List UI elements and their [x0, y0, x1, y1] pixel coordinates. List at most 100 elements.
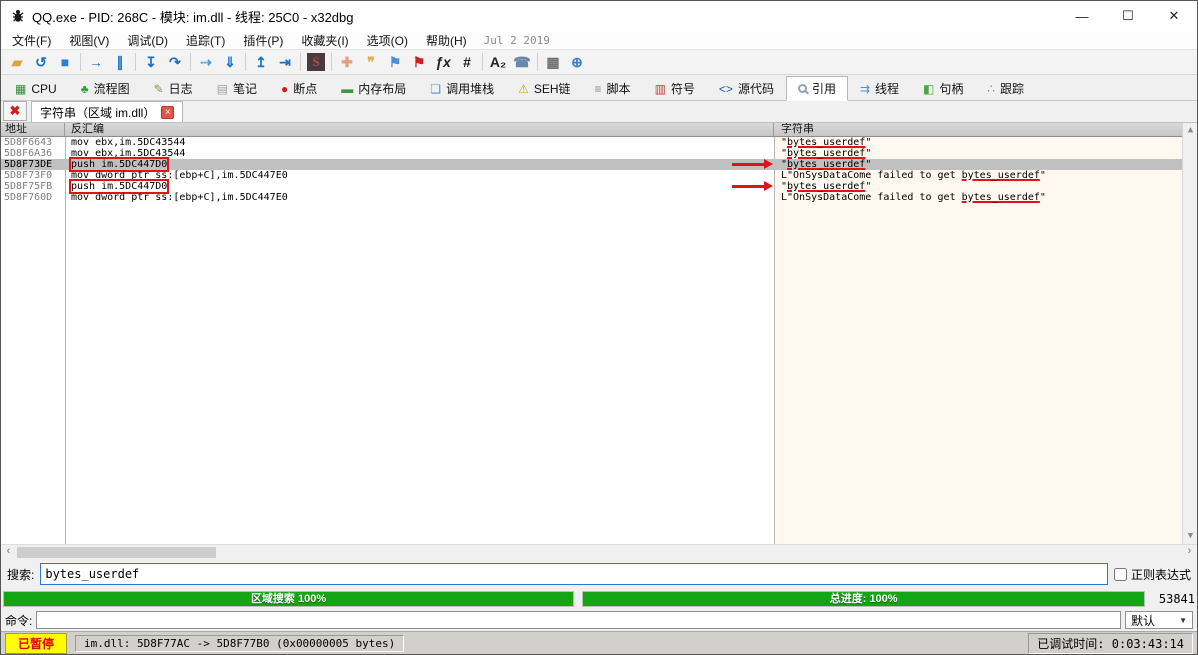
column-header-address[interactable]: 地址 [1, 123, 65, 136]
toolbar-separator [331, 53, 332, 71]
scroll-down-icon[interactable]: ▼ [1183, 529, 1197, 544]
tab-label: 引用 [812, 80, 836, 97]
scroll-up-icon[interactable]: ▲ [1183, 123, 1197, 138]
scroll-left-icon[interactable]: ‹ [1, 545, 16, 560]
string-reference-row[interactable]: 5D8F6A36mov ebx,im.5DC43544"bytes_userde… [1, 148, 1182, 159]
tab-源代码[interactable]: <>源代码 [707, 77, 786, 100]
restart-icon[interactable]: ↺ [29, 51, 53, 73]
hash-icon[interactable]: # [455, 51, 479, 73]
tab-引用[interactable]: 引用 [786, 76, 848, 101]
patch-icon[interactable]: ✚ [335, 51, 359, 73]
scroll-right-icon[interactable]: › [1182, 545, 1197, 560]
source-s-icon[interactable]: S [304, 51, 328, 73]
log-icon: ✎ [154, 83, 164, 95]
string-reference-row[interactable]: 5D8F760Dmov dword ptr ss:[ebp+C],im.5DC4… [1, 192, 1182, 203]
menu-item[interactable]: 收藏夹(I) [292, 31, 357, 49]
tab-流程图[interactable]: ♣流程图 [69, 77, 142, 100]
tab-符号[interactable]: ▥ 符号 [643, 77, 707, 100]
tab-label: 脚本 [607, 80, 631, 97]
tab-label: 符号 [671, 80, 695, 97]
column-header-string[interactable]: 字符串 [774, 123, 1182, 136]
globe-icon[interactable]: ⊕ [565, 51, 589, 73]
address-cell: 5D8F760D [1, 192, 65, 203]
search-input[interactable] [40, 563, 1108, 585]
tab-label: 日志 [169, 80, 193, 97]
disassembly-cell: mov ebx,im.5DC43544 [65, 148, 774, 159]
window-controls: — ☐ ✕ [1059, 1, 1197, 31]
tab-CPU[interactable]: ▦CPU [3, 77, 69, 100]
disassembly-cell: push im.5DC447D0 [65, 159, 774, 170]
close-all-tabs-button[interactable]: ✖ [3, 101, 27, 121]
string-cell: "bytes_userdef" [774, 148, 1182, 159]
tab-脚本[interactable]: ≡脚本 [583, 77, 643, 100]
calculator-icon[interactable]: ▦ [541, 51, 565, 73]
menu-item[interactable]: 帮助(H) [417, 31, 476, 49]
step-over-icon[interactable]: ↷ [163, 51, 187, 73]
run-to-user-code-icon[interactable]: ⇥ [273, 51, 297, 73]
step-out-icon[interactable]: ↥ [249, 51, 273, 73]
tab-线程[interactable]: ⇉线程 [848, 77, 911, 100]
tab-内存布局[interactable]: ▬内存布局 [329, 77, 418, 100]
execute-till-return-icon[interactable]: ⇓ [218, 51, 242, 73]
label-icon[interactable]: ⚑ [383, 51, 407, 73]
tab-SEH链[interactable]: ⚠SEH链 [506, 77, 582, 100]
maximize-button[interactable]: ☐ [1105, 1, 1151, 31]
menu-item[interactable]: 文件(F) [3, 31, 60, 49]
source-s-icon: S [307, 53, 325, 71]
references-table: 地址 反汇编 字符串 5D8F6643mov ebx,im.5DC43544"b… [1, 123, 1197, 544]
toolbar: ▰↺■→∥↧↷⇢⇓↥⇥S✚❞⚑⚑ƒx#A₂☎▦⊕ [1, 49, 1197, 75]
command-input[interactable] [36, 611, 1121, 629]
comment-icon[interactable]: ❞ [359, 51, 383, 73]
regex-checkbox[interactable] [1114, 568, 1127, 581]
menu-item[interactable]: 追踪(T) [177, 31, 234, 49]
menu-item[interactable]: 调试(D) [118, 31, 177, 49]
horizontal-scrollbar[interactable]: ‹ › [1, 544, 1197, 559]
red-annotation-arrow-icon [732, 163, 764, 166]
tab-日志[interactable]: ✎ 日志 [142, 77, 205, 100]
tab-跟踪[interactable]: ∴跟踪 [975, 77, 1036, 100]
close-button[interactable]: ✕ [1151, 1, 1197, 31]
run-icon[interactable]: → [84, 51, 108, 73]
tab-strings-region[interactable]: 字符串（区域 im.dll） × [31, 101, 183, 122]
tab-label: 线程 [875, 80, 899, 97]
string-reference-row[interactable]: 5D8F73DEpush im.5DC447D0"bytes_userdef" [1, 159, 1182, 170]
doc-tab-close-icon[interactable]: × [161, 106, 174, 119]
function-icon[interactable]: ƒx [431, 51, 455, 73]
string-cell: "bytes_userdef" [774, 181, 1182, 192]
command-label: 命令: [5, 612, 32, 629]
run-to-selection-icon[interactable]: ⇢ [194, 51, 218, 73]
table-header: 地址 反汇编 字符串 [1, 123, 1182, 137]
tab-断点[interactable]: ●断点 [269, 77, 329, 100]
title-bar: QQ.exe - PID: 268C - 模块: im.dll - 线程: 25… [1, 1, 1197, 31]
toolbar-separator [80, 53, 81, 71]
bookmark-icon[interactable]: ⚑ [407, 51, 431, 73]
command-profile-dropdown[interactable]: 默认 ▼ [1125, 611, 1193, 629]
string-reference-row[interactable]: 5D8F75FBpush im.5DC447D0"bytes_userdef" [1, 181, 1182, 192]
horizontal-scrollbar-thumb[interactable] [17, 547, 216, 558]
tab-调用堆栈[interactable]: ❏调用堆栈 [418, 77, 506, 100]
menu-item[interactable]: 视图(V) [60, 31, 118, 49]
string-reference-row[interactable]: 5D8F6643mov ebx,im.5DC43544"bytes_userde… [1, 137, 1182, 148]
minimize-button[interactable]: — [1059, 1, 1105, 31]
column-header-disassembly[interactable]: 反汇编 [65, 123, 774, 136]
tab-句柄[interactable]: ◧句柄 [911, 77, 975, 100]
tab-笔记[interactable]: ▤笔记 [205, 77, 269, 100]
notify-phone-icon[interactable]: ☎ [510, 51, 534, 73]
menu-item[interactable]: 插件(P) [234, 31, 292, 49]
cpu-icon: ▦ [15, 83, 26, 95]
command-bar: 命令: 默认 ▼ [1, 609, 1197, 631]
font-az-icon[interactable]: A₂ [486, 51, 510, 73]
handles-icon: ◧ [923, 83, 934, 95]
search-match-highlight: bytes_userdef [787, 137, 865, 148]
paused-status-badge: 已暂停 [5, 633, 67, 654]
vertical-scrollbar[interactable]: ▲ ▼ [1182, 123, 1197, 544]
stop-icon[interactable]: ■ [53, 51, 77, 73]
string-reference-row[interactable]: 5D8F73F0mov dword ptr ss:[ebp+C],im.5DC4… [1, 170, 1182, 181]
open-folder-icon[interactable]: ▰ [5, 51, 29, 73]
step-into-icon[interactable]: ↧ [139, 51, 163, 73]
menu-item[interactable]: 选项(O) [358, 31, 417, 49]
symbols-icon: ▥ [655, 83, 666, 95]
total-progressbar: 总进度: 100% [582, 591, 1145, 607]
pause-icon[interactable]: ∥ [108, 51, 132, 73]
address-cell: 5D8F6A36 [1, 148, 65, 159]
